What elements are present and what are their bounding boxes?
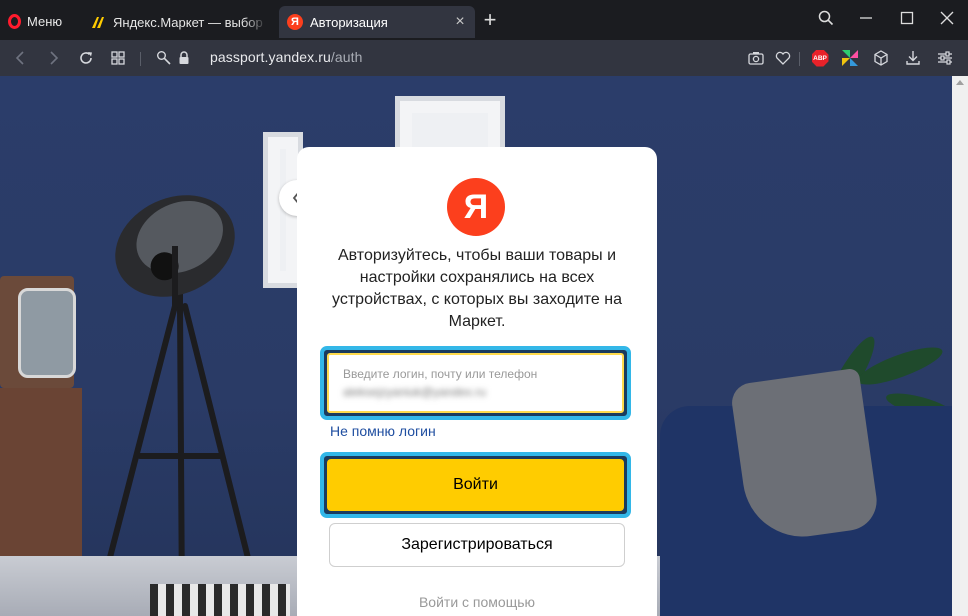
download-icon[interactable] — [903, 48, 923, 68]
login-field-highlight: Введите логин, почту или телефон aleksej… — [320, 346, 631, 420]
toolbar-divider — [799, 52, 800, 66]
back-nav-icon[interactable] — [11, 48, 31, 68]
toolbar-divider — [140, 52, 141, 66]
scroll-up-arrow-icon[interactable] — [956, 80, 964, 85]
snapshot-camera-icon[interactable] — [746, 48, 766, 68]
login-placeholder: Введите логин, почту или телефон — [343, 367, 538, 381]
site-search-key-icon[interactable] — [154, 48, 174, 68]
easy-setup-icon[interactable] — [935, 48, 955, 68]
tab-close-icon[interactable]: × — [453, 13, 467, 31]
yandex-logo: Я — [447, 178, 505, 236]
browser-tab-bar: Меню Яндекс.Маркет — выбор и Я Авторизац… — [0, 0, 968, 40]
close-window-icon[interactable] — [933, 6, 961, 30]
yandex-market-icon — [90, 14, 106, 30]
adblock-label: ABP — [811, 49, 829, 67]
wooden-cabinet-image — [0, 388, 82, 594]
extensions-cube-icon[interactable] — [871, 48, 891, 68]
menu-label: Меню — [27, 13, 63, 29]
auth-card: Я Авторизуйтесь, чтобы ваши товары и нас… — [297, 147, 657, 616]
bookmark-heart-icon[interactable] — [773, 48, 793, 68]
url-host: passport.yandex.ru — [210, 49, 331, 65]
tab-authorization[interactable]: Я Авторизация × — [279, 6, 475, 38]
forward-nav-icon[interactable] — [43, 48, 63, 68]
tab-yandex-market[interactable]: Яндекс.Маркет — выбор и — [82, 6, 275, 38]
speed-dial-icon[interactable] — [108, 48, 128, 68]
page-viewport: Я Авторизуйтесь, чтобы ваши товары и нас… — [0, 76, 952, 616]
lock-icon[interactable] — [174, 48, 194, 68]
tab-title: Авторизация — [310, 14, 388, 30]
opera-logo-icon — [8, 13, 21, 29]
yandex-ya-icon: Я — [287, 14, 303, 30]
reload-icon[interactable] — [76, 48, 96, 68]
login-input[interactable]: Введите логин, почту или телефон aleksej… — [327, 353, 624, 413]
auth-description: Авторизуйтесь, чтобы ваши товары и настр… — [332, 247, 622, 330]
url-path: /auth — [330, 49, 363, 65]
extension-pinwheel-icon[interactable] — [840, 48, 860, 68]
register-button[interactable]: Зарегистрироваться — [329, 523, 625, 567]
tab-title: Яндекс.Маркет — выбор и — [113, 14, 267, 30]
adblock-plus-icon[interactable]: ABP — [810, 48, 830, 68]
opera-menu-button[interactable]: Меню — [8, 10, 62, 32]
minimize-icon[interactable] — [852, 6, 880, 30]
alt-login-link[interactable]: Войти с помощью — [297, 594, 657, 610]
new-tab-button[interactable]: + — [480, 9, 500, 31]
rug-image — [150, 584, 290, 616]
login-button-highlight: Войти — [320, 452, 631, 518]
forgot-login-link[interactable]: Не помню логин — [330, 423, 436, 439]
url-field[interactable]: passport.yandex.ru/auth — [210, 49, 363, 65]
retro-tv-image — [0, 276, 76, 388]
login-button[interactable]: Войти — [327, 459, 624, 511]
login-value-blurred: aleksejzyaniuk@yandex.ru — [343, 385, 486, 399]
page-scrollbar[interactable] — [952, 76, 968, 616]
address-bar: passport.yandex.ru/auth ABP — [0, 40, 968, 76]
maximize-icon[interactable] — [893, 6, 921, 30]
search-tabs-icon[interactable] — [812, 6, 840, 30]
